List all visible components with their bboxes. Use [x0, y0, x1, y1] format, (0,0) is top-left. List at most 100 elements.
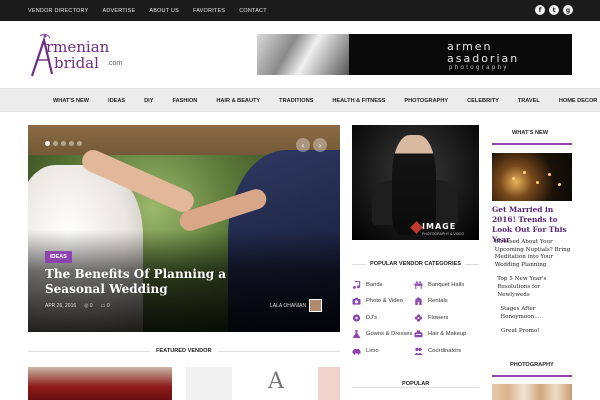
nav-item-diy[interactable]: DIY	[144, 98, 153, 104]
coordinators-icon	[414, 347, 423, 355]
list-item-title: Stressed About Your Upcoming Nuptials? B…	[494, 239, 571, 268]
featured-vendor-photo-2[interactable]	[186, 367, 232, 400]
gown-icon	[352, 330, 361, 338]
category-label: Coordinators	[428, 347, 462, 354]
nav-item-ideas[interactable]: IDEAS	[108, 98, 125, 104]
google-plus-icon[interactable]: g	[563, 5, 573, 15]
nav-item-celebrity[interactable]: CELEBRITY	[467, 98, 499, 104]
list-item-number	[492, 306, 500, 321]
ad-brand-sub: PHOTOGRAPHY & VIDEO	[422, 232, 465, 236]
category-gowns-dresses[interactable]: Gowns & Dresses	[352, 330, 414, 339]
rentals-icon	[414, 297, 423, 305]
featured-vendor-title: FEATURED VENDOR	[150, 348, 218, 354]
top-nav-advertise[interactable]: ADVERTISE	[102, 8, 135, 14]
list-item[interactable]: Great Promo!	[492, 328, 572, 336]
hero-date: APR 26, 2016	[45, 303, 77, 309]
bands-icon	[352, 280, 361, 289]
category-label: Photo & Video	[366, 298, 403, 304]
banner-photo	[257, 34, 349, 75]
featured-vendor-photo-1[interactable]	[28, 367, 172, 400]
category-label: Hair & Makeup	[428, 331, 467, 337]
featured-vendor-photo-3[interactable]	[318, 367, 340, 400]
facebook-icon[interactable]: f	[535, 5, 545, 15]
category-label: Rentals	[428, 298, 448, 304]
sidebar-ad-image[interactable]: IMAGE PHOTOGRAPHY & VIDEO	[352, 125, 479, 240]
top-nav-contact[interactable]: CONTACT	[239, 8, 267, 14]
logo-suffix: .com	[107, 60, 123, 67]
category-bands[interactable]: Bands	[352, 280, 414, 289]
logo-text-bridal: bridal	[54, 54, 99, 72]
ad-figure	[392, 135, 436, 235]
vendor-categories-title: POPULAR VENDOR CATEGORIES	[366, 261, 465, 267]
limo-icon	[352, 347, 361, 355]
hero-comments: ▭ 0	[100, 303, 110, 309]
nav-item-home-decor[interactable]: HOME DECOR	[559, 98, 598, 104]
popular-rule	[352, 387, 479, 388]
views-count: 0	[89, 303, 93, 309]
category-photo-video[interactable]: Photo & Video	[352, 297, 414, 306]
category-rentals[interactable]: Rentals	[414, 297, 479, 306]
photography-underline	[492, 375, 572, 377]
category-label: DJ's	[366, 314, 378, 321]
nav-item-travel[interactable]: TRAVEL	[518, 98, 540, 104]
top-nav-about-us[interactable]: ABOUT US	[149, 8, 179, 14]
category-hair-makeup[interactable]: Hair & Makeup	[414, 330, 479, 339]
ad-brand: IMAGE	[422, 222, 457, 231]
hero-slider[interactable]: ‹ › IDEAS The Benefits Of Planning a Sea…	[28, 125, 340, 332]
top-bar: VENDOR DIRECTORY ADVERTISE ABOUT US FAVO…	[0, 0, 600, 21]
category-djs[interactable]: DJ's	[352, 313, 414, 322]
list-item[interactable]: Stressed About Your Upcoming Nuptials? B…	[492, 239, 572, 269]
twitter-icon[interactable]: t	[549, 5, 559, 15]
photography-image[interactable]	[492, 384, 572, 400]
slider-dot[interactable]	[69, 141, 74, 146]
hair-makeup-icon	[414, 330, 423, 338]
list-item[interactable]: Top 5 New Year's Resolutions for Newlywe…	[492, 276, 572, 299]
nav-item-fashion[interactable]: FASHION	[172, 98, 197, 104]
banquet-halls-icon	[414, 280, 423, 289]
category-coordinators[interactable]: Coordinators	[414, 346, 479, 355]
hero-meta: APR 26, 2016 ◎ 0 ▭ 0	[45, 303, 110, 309]
whats-new-list: Stressed About Your Upcoming Nuptials? B…	[492, 239, 572, 343]
slider-dot[interactable]	[77, 141, 82, 146]
slider-dot[interactable]	[61, 141, 66, 146]
nav-item-health-fitness[interactable]: HEALTH & FITNESS	[332, 98, 385, 104]
nav-item-photography[interactable]: PHOTOGRAPHY	[404, 98, 448, 104]
top-nav-favorites[interactable]: FAVORITES	[193, 8, 225, 14]
slider-dot[interactable]	[45, 141, 50, 146]
site-logo[interactable]: rmenian bridal .com	[30, 32, 140, 82]
slider-dot[interactable]	[53, 141, 58, 146]
dj-icon	[352, 313, 361, 322]
nav-item-hair-beauty[interactable]: HAIR & BEAUTY	[216, 98, 260, 104]
author-avatar[interactable]	[309, 299, 322, 312]
list-item-number	[492, 328, 501, 336]
featured-vendor-logo-letter: A	[268, 369, 284, 394]
category-banquet-halls[interactable]: Banquet Halls	[414, 280, 479, 289]
category-label: Limo	[366, 347, 379, 354]
top-nav-vendor-directory[interactable]: VENDOR DIRECTORY	[28, 8, 88, 14]
hero-views: ◎ 0	[84, 303, 93, 309]
photography-title: PHOTOGRAPHY	[504, 362, 560, 368]
slider-prev-icon[interactable]: ‹	[296, 138, 310, 152]
list-item-title: Great Promo!	[501, 328, 540, 335]
hero-category-tag[interactable]: IDEAS	[45, 251, 72, 263]
slider-next-icon[interactable]: ›	[313, 138, 327, 152]
category-flowers[interactable]: Flowers	[414, 313, 479, 322]
featured-vendor-logo[interactable]: A	[240, 367, 312, 400]
top-nav: VENDOR DIRECTORY ADVERTISE ABOUT US FAVO…	[28, 0, 281, 21]
nav-item-whats-new[interactable]: WHAT'S NEW	[53, 98, 89, 104]
hero-author[interactable]: LALA OHANIAN	[270, 303, 306, 309]
category-label: Gowns & Dresses	[366, 331, 413, 337]
list-item-title: Stages After Honeymoon....	[500, 306, 542, 320]
comments-count: 0	[106, 303, 110, 309]
category-label: Bands	[366, 281, 383, 288]
main-nav: WHAT'S NEW IDEAS DIY FASHION HAIR & BEAU…	[0, 88, 600, 112]
hero-title[interactable]: The Benefits Of Planning a Seasonal Wedd…	[45, 267, 285, 297]
header-ad-banner[interactable]: armen asadorian photography	[257, 34, 572, 75]
list-item-title: Top 5 New Year's Resolutions for Newlywe…	[497, 276, 547, 298]
whats-new-image[interactable]	[492, 153, 572, 201]
whats-new-title: WHAT'S NEW	[506, 130, 555, 136]
list-item[interactable]: Stages After Honeymoon....	[492, 306, 572, 321]
nav-item-traditions[interactable]: TRADITIONS	[279, 98, 313, 104]
category-limo[interactable]: Limo	[352, 346, 414, 355]
vendor-categories-grid: Bands Banquet Halls Photo & Video Rental…	[352, 280, 479, 355]
